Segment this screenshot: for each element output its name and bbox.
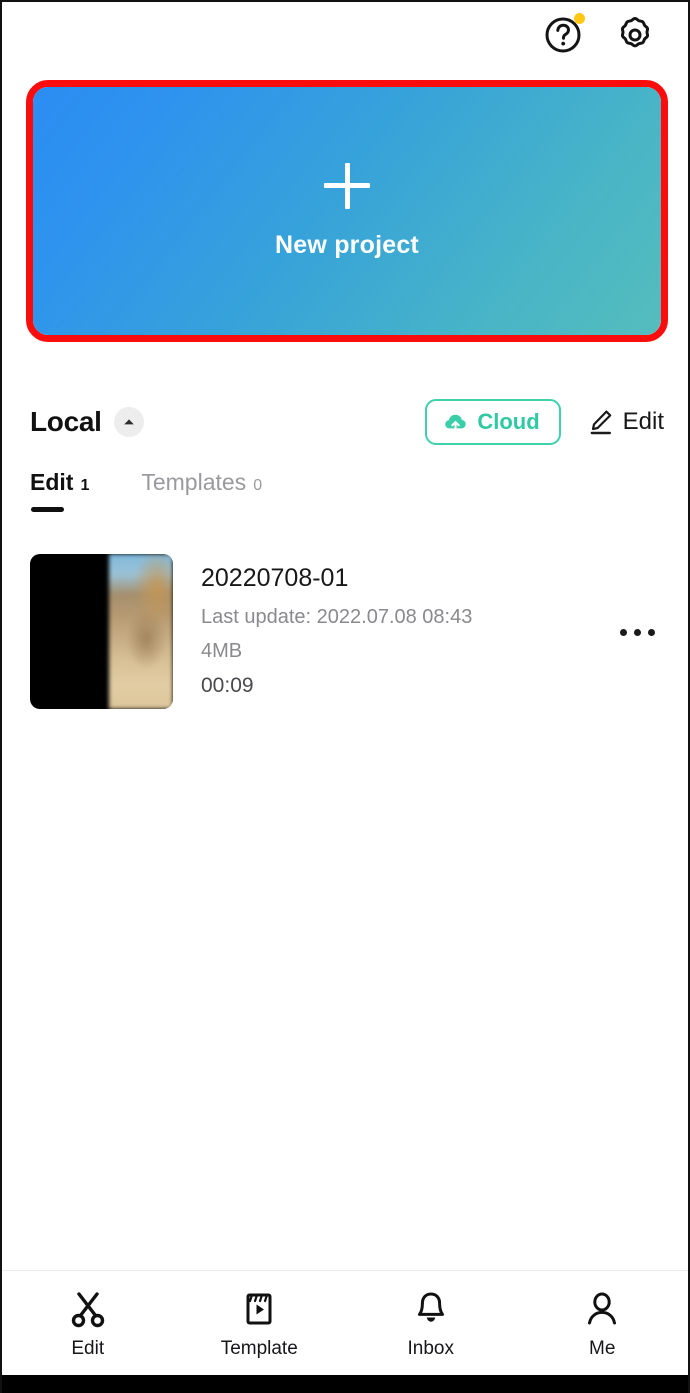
gear-icon-glyph [620,17,650,48]
pencil-icon [590,410,611,435]
cloud-button[interactable]: Cloud [425,399,561,445]
local-title: Local [30,406,102,437]
new-project-button[interactable]: New project [33,87,661,335]
edit-projects-button[interactable]: Edit [587,408,664,436]
plus-icon [324,162,370,209]
chevron-up-glyph [123,419,134,425]
nav-item-inbox[interactable]: Inbox [345,1287,517,1360]
tab-edit-label: Edit [30,469,74,495]
project-duration: 00:09 [201,674,254,697]
app-screen: New project Local Cloud Edit Edit 1 Temp… [0,0,690,1393]
nav-item-template[interactable]: Template [174,1287,346,1360]
project-thumbnail-image [108,554,173,709]
new-project-label: New project [275,230,419,259]
overflow-dot [619,628,627,636]
nav-item-me-label: Me [589,1337,616,1359]
chevron-up-icon[interactable] [113,407,144,437]
new-project-highlight-box: New project [26,80,668,342]
project-info: 20220708-01 Last update: 2022.07.08 08:4… [201,554,610,698]
project-thumbnail [30,554,173,709]
project-name: 20220708-01 [201,564,349,592]
film-play-icon [246,1293,272,1324]
overflow-menu-icon[interactable] [610,602,664,662]
gear-icon[interactable] [612,12,658,58]
cloud-button-label: Cloud [477,409,540,434]
cloud-upload-icon [445,414,467,431]
project-list-item[interactable]: 20220708-01 Last update: 2022.07.08 08:4… [2,554,688,714]
nav-item-me[interactable]: Me [517,1287,689,1360]
help-icon[interactable] [540,12,586,58]
bottom-navigation-bar: Edit Template Inbox Me [2,1271,688,1375]
project-list: 20220708-01 Last update: 2022.07.08 08:4… [2,554,688,714]
bell-icon [417,1292,444,1322]
tab-templates[interactable]: Templates 0 [141,469,262,512]
overflow-dot [647,628,655,636]
tab-templates-label: Templates [141,469,247,495]
tab-edit-count: 1 [80,477,90,494]
overflow-dot [633,628,641,636]
scissors-icon [71,1291,104,1327]
nav-item-edit-label: Edit [71,1337,105,1359]
tab-edit[interactable]: Edit 1 [30,469,89,512]
nav-item-template-label: Template [220,1337,298,1359]
person-icon [588,1292,617,1324]
home-indicator-bar [2,1375,688,1393]
nav-item-inbox-label: Inbox [407,1337,454,1359]
top-bar [2,2,688,68]
project-size: 4MB [201,640,243,662]
nav-item-edit[interactable]: Edit [2,1287,174,1360]
project-last-update: Last update: 2022.07.08 08:43 [201,606,473,628]
project-tabs: Edit 1 Templates 0 [30,469,314,512]
edit-projects-label: Edit [622,408,664,435]
local-section-header: Local Cloud Edit [30,395,664,449]
tab-templates-count: 0 [253,477,263,494]
help-notification-badge [574,13,585,24]
